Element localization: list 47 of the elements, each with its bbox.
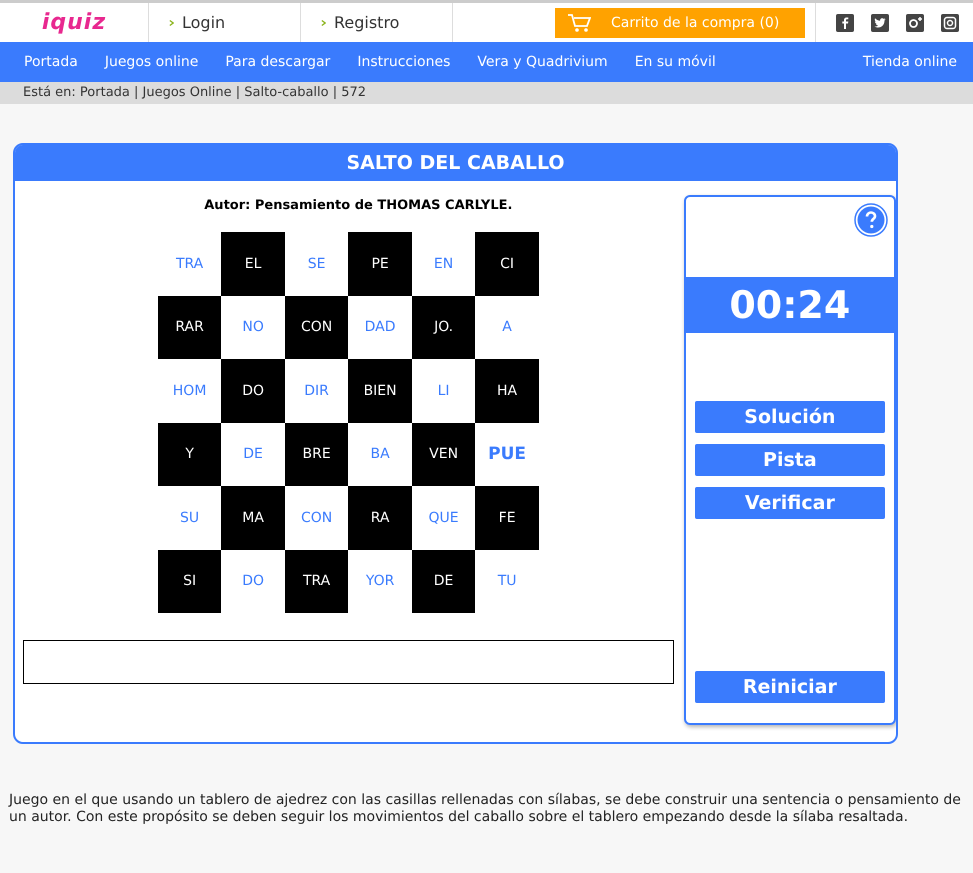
chevron-icon bbox=[321, 18, 326, 26]
cart-button[interactable]: Carrito de la compra (0) bbox=[555, 8, 805, 38]
board-square[interactable]: RA bbox=[348, 486, 412, 550]
instagram-icon[interactable] bbox=[941, 14, 959, 32]
nav-link[interactable]: En su móvil bbox=[634, 54, 716, 70]
board-square[interactable]: MA bbox=[221, 486, 285, 550]
nav-link[interactable]: Para descargar bbox=[225, 54, 330, 70]
header-link[interactable]: Registro bbox=[334, 13, 400, 32]
board-square[interactable]: TRA bbox=[284, 550, 348, 613]
board-square[interactable]: DE bbox=[412, 550, 476, 613]
board-square[interactable]: BRE bbox=[284, 422, 348, 486]
action-button[interactable]: Verificar bbox=[694, 487, 885, 519]
nav-link[interactable]: Juegos online bbox=[104, 54, 198, 70]
nav-link[interactable]: Vera y Quadrivium bbox=[477, 54, 608, 70]
help-icon[interactable] bbox=[854, 203, 888, 237]
board-square[interactable]: PE bbox=[348, 232, 412, 296]
board-square[interactable]: CON bbox=[284, 296, 348, 359]
action-button[interactable]: Solución bbox=[694, 401, 885, 433]
cart-icon bbox=[567, 12, 591, 32]
board-square[interactable]: BIEN bbox=[348, 359, 412, 422]
board-square[interactable]: HA bbox=[475, 359, 539, 422]
nav-link[interactable]: Tienda online bbox=[862, 54, 957, 70]
chevron-icon bbox=[169, 18, 174, 26]
logo[interactable]: iquiz bbox=[42, 10, 106, 35]
board-square[interactable]: JO. bbox=[412, 296, 476, 359]
nav-link[interactable]: Portada bbox=[24, 54, 78, 70]
reset-button[interactable]: Reiniciar bbox=[694, 671, 885, 703]
answer-box[interactable] bbox=[23, 640, 674, 684]
game-title: SALTO DEL CABALLO bbox=[15, 145, 896, 181]
board-square[interactable]: SI bbox=[158, 550, 222, 613]
timer: 00:24 bbox=[686, 277, 894, 333]
board-square[interactable]: RAR bbox=[158, 296, 222, 359]
google-plus-icon[interactable] bbox=[906, 14, 924, 32]
facebook-icon[interactable] bbox=[836, 14, 854, 32]
description-text: Juego en el que usando un tablero de ajedrez con las casillas rellenadas con sílabas, se debe construir una sentencia o pensamiento de un autor. Con este propósito se deben seguir los movimientos del caballo sobre el tablero empezando desde la sílaba resaltada. bbox=[9, 792, 962, 826]
board-square[interactable]: VEN bbox=[412, 422, 476, 486]
twitter-icon[interactable] bbox=[871, 14, 889, 32]
header-link[interactable]: Login bbox=[182, 13, 226, 32]
board-square[interactable]: DO bbox=[221, 359, 285, 422]
board-square[interactable]: Y bbox=[158, 422, 222, 486]
board-square[interactable]: CI bbox=[475, 232, 539, 296]
nav-link[interactable]: Instrucciones bbox=[357, 54, 450, 70]
action-button[interactable]: Pista bbox=[694, 444, 885, 476]
author-text: Autor: Pensamiento de THOMAS CARLYLE. bbox=[204, 198, 512, 213]
board-square[interactable]: FE bbox=[475, 486, 539, 550]
board-square[interactable]: EL bbox=[221, 232, 285, 296]
breadcrumb: Está en: Portada | Juegos Online | Salto-caballo | 572 bbox=[0, 82, 973, 104]
